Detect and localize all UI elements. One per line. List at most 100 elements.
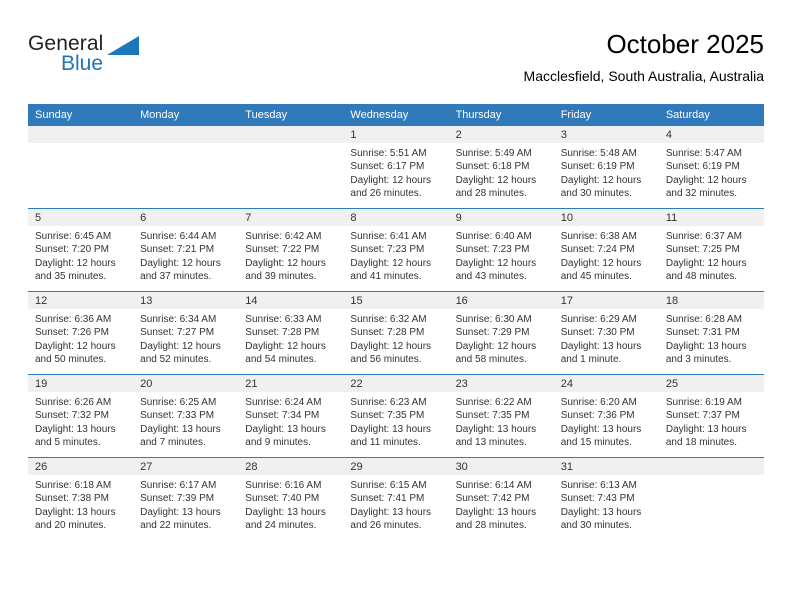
day-number: 3 — [553, 126, 659, 143]
day-number: 28 — [238, 458, 344, 475]
calendar-day-cell[interactable]: 27 Sunrise: 6:17 AM Sunset: 7:39 PM Dayligh… — [133, 457, 239, 540]
daylight-duration-line2: and 48 minutes. — [665, 271, 738, 283]
sunset-time: Sunset: 7:33 PM — [140, 410, 215, 422]
day-details: Sunrise: 6:23 AM Sunset: 7:35 PM Daylight:… — [343, 392, 448, 450]
calendar-day-cell[interactable]: 5 Sunrise: 6:45 AM Sunset: 7:20 PM Daylight… — [28, 208, 134, 292]
sunset-time: Sunset: 7:41 PM — [350, 493, 425, 505]
sunrise-time: Sunrise: 6:22 AM — [455, 397, 532, 408]
calendar-day-cell[interactable]: 11 Sunrise: 6:37 AM Sunset: 7:25 PM Dayligh… — [658, 208, 764, 292]
daylight-duration-line2: and 30 minutes. — [560, 188, 632, 200]
day-number: 22 — [343, 375, 449, 392]
day-number: 26 — [28, 458, 134, 475]
calendar-body: 1 Sunrise: 5:51 AM Sunset: 6:17 PM Daylight… — [28, 126, 764, 540]
day-details: Sunrise: 6:18 AM Sunset: 7:38 PM Daylight:… — [28, 475, 133, 533]
weekday-header-tuesday: Tuesday — [238, 104, 344, 126]
calendar-day-cell[interactable]: 8 Sunrise: 6:41 AM Sunset: 7:23 PM Daylight… — [343, 208, 449, 292]
calendar-day-cell[interactable]: 29 Sunrise: 6:15 AM Sunset: 7:41 PM Dayligh… — [343, 457, 449, 540]
day-details: Sunrise: 5:48 AM Sunset: 6:19 PM Daylight:… — [554, 143, 659, 201]
daylight-duration-line1: Daylight: 12 hours — [560, 174, 642, 186]
calendar-day-cell[interactable]: 19 Sunrise: 6:26 AM Sunset: 7:32 PM Dayligh… — [28, 374, 134, 458]
calendar-day-cell[interactable]: 9 Sunrise: 6:40 AM Sunset: 7:23 PM Daylight… — [448, 208, 554, 292]
calendar-day-cell[interactable]: 25 Sunrise: 6:19 AM Sunset: 7:37 PM Dayligh… — [658, 374, 764, 458]
daylight-duration-line1: Daylight: 13 hours — [245, 506, 326, 518]
daylight-duration-line1: Daylight: 13 hours — [455, 506, 537, 518]
day-number — [28, 126, 134, 143]
sunrise-time: Sunrise: 6:33 AM — [245, 314, 322, 325]
calendar-week-row: 12 Sunrise: 6:36 AM Sunset: 7:26 PM Dayligh… — [28, 291, 764, 375]
page-header: General Blue October 2025 Macclesfield, … — [28, 28, 764, 96]
daylight-duration-line2: and 7 minutes. — [140, 437, 206, 449]
sunrise-time: Sunrise: 6:30 AM — [455, 314, 532, 325]
day-details: Sunrise: 6:29 AM Sunset: 7:30 PM Daylight:… — [554, 309, 659, 367]
sunset-time: Sunset: 7:31 PM — [665, 327, 740, 339]
sunrise-time: Sunrise: 6:15 AM — [350, 480, 427, 491]
day-details: Sunrise: 6:32 AM Sunset: 7:28 PM Daylight:… — [343, 309, 448, 367]
calendar-day-cell[interactable]: 14 Sunrise: 6:33 AM Sunset: 7:28 PM Dayligh… — [238, 291, 344, 375]
daylight-duration-line2: and 5 minutes. — [35, 437, 101, 449]
daylight-duration-line1: Daylight: 13 hours — [455, 423, 537, 435]
calendar-day-cell[interactable]: 3 Sunrise: 5:48 AM Sunset: 6:19 PM Daylight… — [553, 126, 659, 209]
calendar-page: General Blue October 2025 Macclesfield, … — [0, 0, 792, 612]
calendar-day-cell-empty — [238, 126, 344, 209]
day-number: 19 — [28, 375, 134, 392]
day-number: 5 — [28, 209, 134, 226]
sunrise-time: Sunrise: 6:36 AM — [35, 314, 112, 325]
sunset-time: Sunset: 7:36 PM — [560, 410, 635, 422]
calendar-day-cell[interactable]: 30 Sunrise: 6:14 AM Sunset: 7:42 PM Dayligh… — [448, 457, 554, 540]
general-blue-logo[interactable]: General Blue — [28, 32, 208, 88]
calendar-day-cell[interactable]: 4 Sunrise: 5:47 AM Sunset: 6:19 PM Daylight… — [658, 126, 764, 209]
day-details: Sunrise: 6:37 AM Sunset: 7:25 PM Daylight:… — [659, 226, 764, 284]
calendar-day-cell[interactable]: 6 Sunrise: 6:44 AM Sunset: 7:21 PM Daylight… — [133, 208, 239, 292]
daylight-duration-line1: Daylight: 13 hours — [35, 506, 116, 518]
calendar-day-cell[interactable]: 7 Sunrise: 6:42 AM Sunset: 7:22 PM Daylight… — [238, 208, 344, 292]
calendar-day-cell[interactable]: 2 Sunrise: 5:49 AM Sunset: 6:18 PM Daylight… — [448, 126, 554, 209]
sunrise-time: Sunrise: 5:48 AM — [560, 148, 637, 159]
calendar-day-cell[interactable]: 12 Sunrise: 6:36 AM Sunset: 7:26 PM Dayligh… — [28, 291, 134, 375]
weekday-header-wednesday: Wednesday — [343, 104, 449, 126]
daylight-duration-line2: and 56 minutes. — [350, 354, 422, 366]
day-details: Sunrise: 6:13 AM Sunset: 7:43 PM Daylight:… — [554, 475, 659, 533]
calendar-day-cell[interactable]: 26 Sunrise: 6:18 AM Sunset: 7:38 PM Dayligh… — [28, 457, 134, 540]
calendar-day-cell[interactable]: 28 Sunrise: 6:16 AM Sunset: 7:40 PM Dayligh… — [238, 457, 344, 540]
calendar-day-cell[interactable]: 17 Sunrise: 6:29 AM Sunset: 7:30 PM Dayligh… — [553, 291, 659, 375]
daylight-duration-line1: Daylight: 13 hours — [35, 423, 116, 435]
calendar-day-cell[interactable]: 13 Sunrise: 6:34 AM Sunset: 7:27 PM Dayligh… — [133, 291, 239, 375]
daylight-duration-line1: Daylight: 13 hours — [560, 340, 642, 352]
sunset-time: Sunset: 7:42 PM — [455, 493, 530, 505]
calendar-day-cell[interactable]: 24 Sunrise: 6:20 AM Sunset: 7:36 PM Dayligh… — [553, 374, 659, 458]
day-number: 6 — [133, 209, 239, 226]
sunset-time: Sunset: 7:25 PM — [665, 244, 740, 256]
daylight-duration-line2: and 43 minutes. — [455, 271, 527, 283]
sunrise-time: Sunrise: 6:42 AM — [245, 231, 322, 242]
sunset-time: Sunset: 7:34 PM — [245, 410, 320, 422]
sunset-time: Sunset: 7:29 PM — [455, 327, 530, 339]
daylight-duration-line2: and 58 minutes. — [455, 354, 527, 366]
day-details: Sunrise: 6:14 AM Sunset: 7:42 PM Daylight:… — [449, 475, 554, 533]
calendar-day-cell[interactable]: 23 Sunrise: 6:22 AM Sunset: 7:35 PM Dayligh… — [448, 374, 554, 458]
sunset-time: Sunset: 7:28 PM — [245, 327, 320, 339]
title-block: October 2025 Macclesfield, South Austral… — [524, 28, 764, 86]
day-number: 15 — [343, 292, 449, 309]
calendar-day-cell[interactable]: 20 Sunrise: 6:25 AM Sunset: 7:33 PM Dayligh… — [133, 374, 239, 458]
calendar-day-cell[interactable]: 10 Sunrise: 6:38 AM Sunset: 7:24 PM Dayligh… — [553, 208, 659, 292]
sunset-time: Sunset: 7:22 PM — [245, 244, 320, 256]
sunrise-time: Sunrise: 6:14 AM — [455, 480, 532, 491]
calendar-day-cell[interactable]: 16 Sunrise: 6:30 AM Sunset: 7:29 PM Dayligh… — [448, 291, 554, 375]
sunset-time: Sunset: 7:28 PM — [350, 327, 425, 339]
day-number: 18 — [658, 292, 764, 309]
daylight-duration-line1: Daylight: 13 hours — [140, 506, 221, 518]
daylight-duration-line2: and 52 minutes. — [140, 354, 212, 366]
day-details: Sunrise: 6:15 AM Sunset: 7:41 PM Daylight:… — [343, 475, 448, 533]
daylight-duration-line2: and 39 minutes. — [245, 271, 317, 283]
calendar-day-cell[interactable]: 31 Sunrise: 6:13 AM Sunset: 7:43 PM Dayligh… — [553, 457, 659, 540]
calendar-day-cell[interactable]: 21 Sunrise: 6:24 AM Sunset: 7:34 PM Dayligh… — [238, 374, 344, 458]
calendar-day-cell[interactable]: 1 Sunrise: 5:51 AM Sunset: 6:17 PM Daylight… — [343, 126, 449, 209]
day-number: 16 — [448, 292, 554, 309]
day-details: Sunrise: 6:41 AM Sunset: 7:23 PM Daylight:… — [343, 226, 448, 284]
calendar-day-cell[interactable]: 22 Sunrise: 6:23 AM Sunset: 7:35 PM Dayligh… — [343, 374, 449, 458]
day-number — [133, 126, 239, 143]
calendar-day-cell[interactable]: 18 Sunrise: 6:28 AM Sunset: 7:31 PM Dayligh… — [658, 291, 764, 375]
calendar-day-cell[interactable]: 15 Sunrise: 6:32 AM Sunset: 7:28 PM Dayligh… — [343, 291, 449, 375]
weekday-header-sunday: Sunday — [28, 104, 134, 126]
sunset-time: Sunset: 7:27 PM — [140, 327, 215, 339]
